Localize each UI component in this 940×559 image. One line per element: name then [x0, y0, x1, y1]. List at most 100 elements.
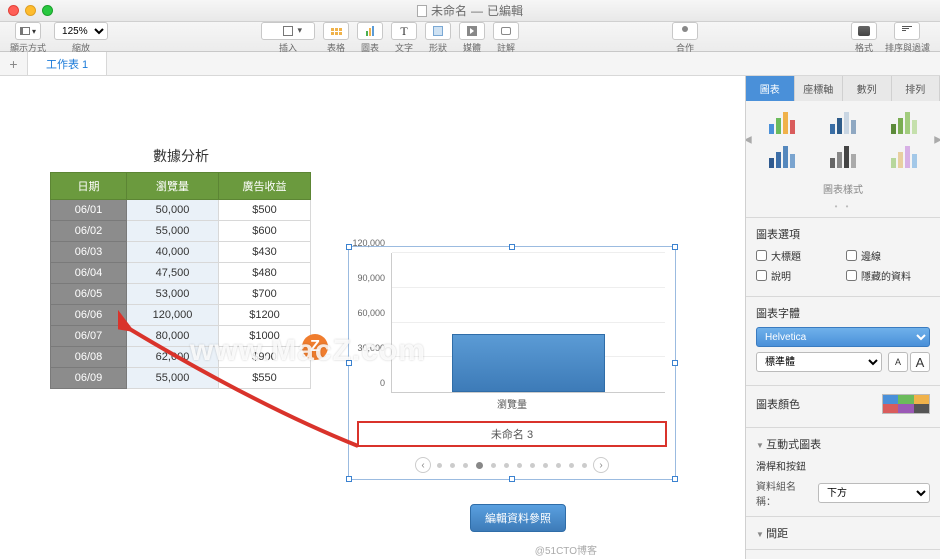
- cell-revenue[interactable]: $600: [219, 221, 311, 242]
- pager-prev-button[interactable]: ‹: [415, 457, 431, 473]
- cell-revenue[interactable]: $900: [219, 347, 311, 368]
- font-smaller-button[interactable]: A: [888, 352, 908, 372]
- cell-revenue[interactable]: $1000: [219, 326, 311, 347]
- cell-date[interactable]: 06/06: [51, 305, 127, 326]
- table-row[interactable]: 06/0780,000$1000: [51, 326, 311, 347]
- cell-views[interactable]: 50,000: [127, 200, 219, 221]
- cell-date[interactable]: 06/08: [51, 347, 127, 368]
- chart-bar[interactable]: [452, 334, 605, 392]
- font-bigger-button[interactable]: A: [910, 352, 930, 372]
- pager-dot[interactable]: [517, 463, 522, 468]
- opt-border-checkbox[interactable]: 邊線: [846, 248, 930, 263]
- pager-dot[interactable]: [556, 463, 561, 468]
- cell-date[interactable]: 06/05: [51, 284, 127, 305]
- sheet-tab-1[interactable]: 工作表 1: [28, 52, 107, 75]
- pager-next-button[interactable]: ›: [593, 457, 609, 473]
- cell-revenue[interactable]: $550: [219, 368, 311, 389]
- pager-dot[interactable]: [504, 463, 509, 468]
- cell-revenue[interactable]: $700: [219, 284, 311, 305]
- cell-views[interactable]: 53,000: [127, 284, 219, 305]
- cell-views[interactable]: 120,000: [127, 305, 219, 326]
- tab-axes[interactable]: 座標軸: [795, 76, 844, 101]
- zoom-icon[interactable]: [42, 5, 53, 16]
- table-button[interactable]: [323, 22, 349, 40]
- pager-dot[interactable]: [450, 463, 455, 468]
- cell-date[interactable]: 06/02: [51, 221, 127, 242]
- pager-dot[interactable]: [530, 463, 535, 468]
- pager-dot[interactable]: [463, 463, 468, 468]
- text-button[interactable]: T: [391, 22, 417, 40]
- series-name-select[interactable]: 下方: [818, 483, 930, 503]
- pager-dot[interactable]: [569, 463, 574, 468]
- opt-legend-checkbox[interactable]: 說明: [756, 268, 840, 283]
- cell-date[interactable]: 06/01: [51, 200, 127, 221]
- col-header-views[interactable]: 瀏覽量: [127, 173, 219, 200]
- col-header-revenue[interactable]: 廣告收益: [219, 173, 311, 200]
- table-row[interactable]: 06/0255,000$600: [51, 221, 311, 242]
- chart-style-thumb[interactable]: [815, 143, 870, 171]
- chart-style-thumb[interactable]: [754, 143, 809, 171]
- table-row[interactable]: 06/0340,000$430: [51, 242, 311, 263]
- pager-dot[interactable]: [582, 463, 587, 468]
- comment-button[interactable]: [493, 22, 519, 40]
- table-row[interactable]: 06/0447,500$480: [51, 263, 311, 284]
- collab-button[interactable]: [672, 22, 698, 40]
- resize-handle[interactable]: [509, 476, 515, 482]
- pager-dot[interactable]: [476, 462, 483, 469]
- gap-title[interactable]: 間距: [756, 525, 930, 541]
- canvas[interactable]: 數據分析 日期 瀏覽量 廣告收益 06/0150,000$50006/0255,…: [0, 76, 745, 559]
- minimize-icon[interactable]: [25, 5, 36, 16]
- font-weight-select[interactable]: 標準體: [756, 352, 882, 372]
- media-button[interactable]: [459, 22, 485, 40]
- close-icon[interactable]: [8, 5, 19, 16]
- add-sheet-button[interactable]: +: [0, 52, 28, 75]
- cell-date[interactable]: 06/03: [51, 242, 127, 263]
- cell-views[interactable]: 55,000: [127, 221, 219, 242]
- resize-handle[interactable]: [346, 476, 352, 482]
- cell-date[interactable]: 06/07: [51, 326, 127, 347]
- cell-views[interactable]: 80,000: [127, 326, 219, 347]
- cell-revenue[interactable]: $500: [219, 200, 311, 221]
- col-header-date[interactable]: 日期: [51, 173, 127, 200]
- cell-revenue[interactable]: $480: [219, 263, 311, 284]
- table-row[interactable]: 06/0150,000$500: [51, 200, 311, 221]
- chart-title-box[interactable]: 未命名 3: [357, 421, 667, 447]
- tab-chart[interactable]: 圖表: [746, 76, 795, 101]
- chart-style-thumb[interactable]: [815, 109, 870, 137]
- pager-dot[interactable]: [543, 463, 548, 468]
- chart-style-thumb[interactable]: [754, 109, 809, 137]
- sort-filter-button[interactable]: [894, 22, 920, 40]
- format-button[interactable]: [851, 22, 877, 40]
- cell-revenue[interactable]: $1200: [219, 305, 311, 326]
- table-row[interactable]: 06/06120,000$1200: [51, 305, 311, 326]
- table-row[interactable]: 06/0955,000$550: [51, 368, 311, 389]
- cell-date[interactable]: 06/09: [51, 368, 127, 389]
- shape-button[interactable]: [425, 22, 451, 40]
- chart-color-picker[interactable]: [882, 394, 930, 414]
- chart-style-thumb[interactable]: [877, 109, 932, 137]
- cell-date[interactable]: 06/04: [51, 263, 127, 284]
- opt-title-checkbox[interactable]: 大標題: [756, 248, 840, 263]
- tab-arrange[interactable]: 排列: [892, 76, 940, 101]
- view-button[interactable]: ▾: [15, 22, 41, 40]
- data-table[interactable]: 日期 瀏覽量 廣告收益 06/0150,000$50006/0255,000$6…: [50, 172, 311, 389]
- font-family-select[interactable]: Helvetica: [756, 327, 930, 347]
- zoom-select[interactable]: 125%: [54, 22, 108, 40]
- cell-views[interactable]: 47,500: [127, 263, 219, 284]
- table-row[interactable]: 06/0862,000$900: [51, 347, 311, 368]
- chart-button[interactable]: [357, 22, 383, 40]
- cell-views[interactable]: 40,000: [127, 242, 219, 263]
- cell-revenue[interactable]: $430: [219, 242, 311, 263]
- chart-style-thumb[interactable]: [877, 143, 932, 171]
- chart-object[interactable]: 030,00060,00090,000120,000 瀏覽量 未命名 3 ‹ ›: [348, 246, 676, 480]
- cell-views[interactable]: 62,000: [127, 347, 219, 368]
- edit-data-button[interactable]: 編輯資料參照: [470, 504, 566, 532]
- tab-series[interactable]: 數列: [843, 76, 892, 101]
- pager-dot[interactable]: [437, 463, 442, 468]
- opt-hidden-checkbox[interactable]: 隱藏的資料: [846, 268, 930, 283]
- resize-handle[interactable]: [672, 476, 678, 482]
- interactive-title[interactable]: 互動式圖表: [756, 436, 930, 452]
- insert-button[interactable]: [261, 22, 315, 40]
- cell-views[interactable]: 55,000: [127, 368, 219, 389]
- pager-dot[interactable]: [491, 463, 496, 468]
